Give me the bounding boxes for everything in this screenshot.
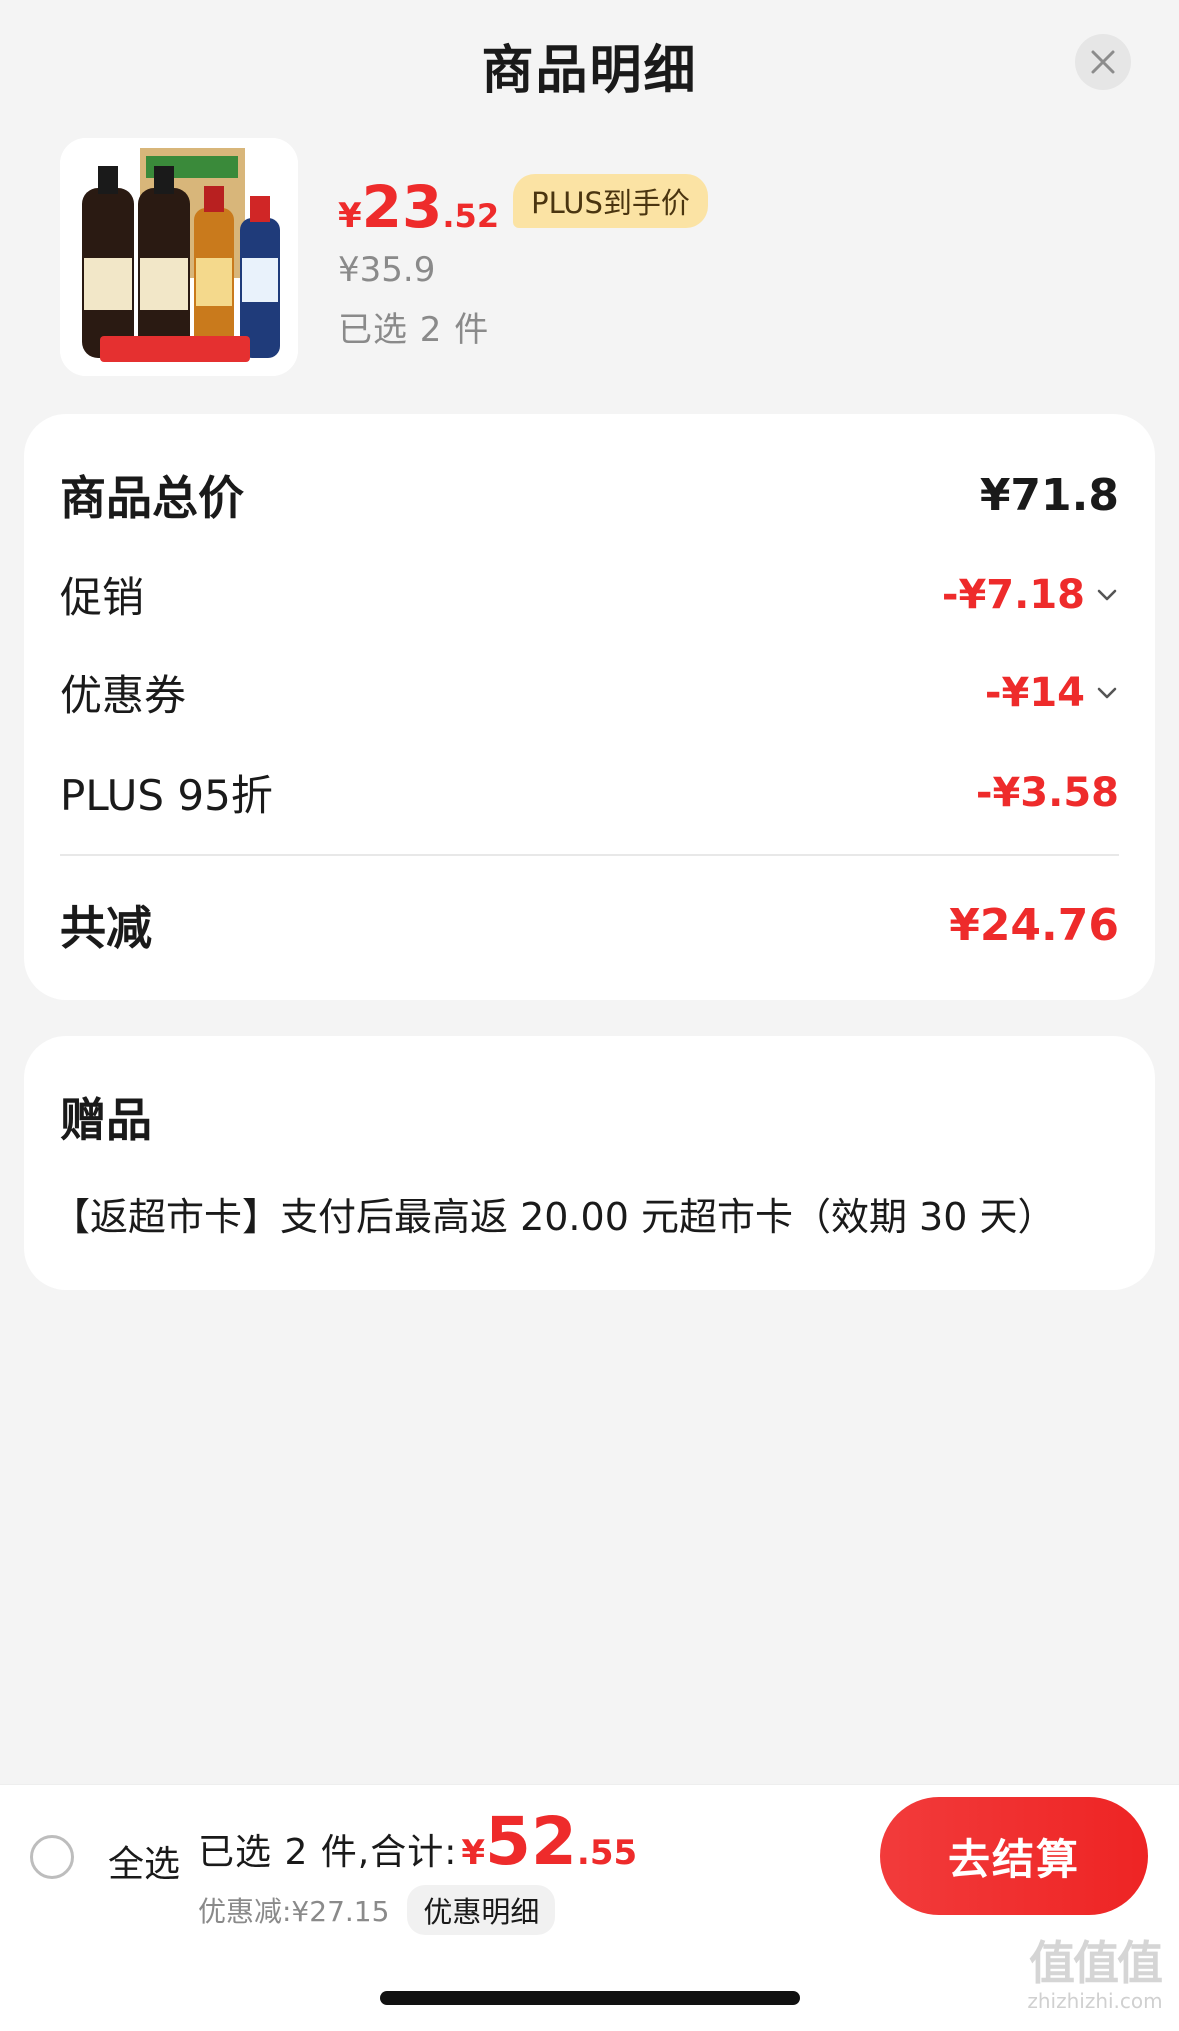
promotion-value: -¥7.18 xyxy=(941,571,1085,618)
select-all-label[interactable]: 全选 xyxy=(108,1835,180,1887)
discount-detail-button[interactable]: 优惠明细 xyxy=(407,1885,556,1935)
total-price-label: 商品总价 xyxy=(60,471,244,525)
total-saving-row: 共减 ¥24.76 xyxy=(60,892,1119,958)
page-title: 商品明细 xyxy=(481,41,698,101)
close-icon[interactable] xyxy=(1090,49,1116,75)
sum-label: 已选 2 件,合计: xyxy=(198,1832,458,1873)
sum-integer: 52 xyxy=(485,1803,577,1880)
product-bundle-illustration xyxy=(60,138,298,376)
watermark-logo: 值值值 xyxy=(1029,1936,1163,1990)
order-sum: 已选 2 件,合计: ¥ 52 .55 xyxy=(198,1809,637,1875)
price-currency: ¥ xyxy=(338,196,362,236)
promotion-label: 促销 xyxy=(60,573,145,622)
coupon-value-group[interactable]: -¥14 xyxy=(985,670,1119,716)
plus-discount-value: -¥3.58 xyxy=(975,769,1119,816)
plus-price: ¥ 23 .52 PLUS到手价 xyxy=(338,173,708,241)
sum-currency: ¥ xyxy=(461,1833,486,1873)
product-summary: ¥ 23 .52 PLUS到手价 ¥35.9 已选 2 件 xyxy=(60,138,1120,378)
coupon-label: 优惠券 xyxy=(60,671,187,720)
sheet-header: 商品明细 xyxy=(0,0,1179,130)
product-image[interactable] xyxy=(60,138,298,376)
original-price: ¥35.9 xyxy=(338,250,436,290)
price-integer: 23 xyxy=(361,173,443,241)
coupon-row[interactable]: 优惠券 -¥14 xyxy=(60,662,1119,723)
plus-price-tag: PLUS到手价 xyxy=(513,174,708,228)
checkout-button[interactable]: 去结算 xyxy=(880,1797,1148,1915)
divider xyxy=(60,854,1119,856)
watermark-url: zhizhizhi.com xyxy=(1027,1988,1163,2013)
selected-count: 已选 2 件 xyxy=(338,310,490,350)
close-button[interactable] xyxy=(1075,34,1131,90)
plus-discount-label: PLUS 95折 xyxy=(60,771,273,820)
price-breakdown-card: 商品总价 ¥71.8 促销 -¥7.18 优惠券 -¥14 PLUS 95折 -… xyxy=(24,414,1155,1000)
gifts-title: 赠品 xyxy=(60,1093,152,1147)
price-decimal: .52 xyxy=(442,197,500,235)
discount-text: 优惠减:¥27.15 xyxy=(198,1895,390,1928)
promotion-value-group[interactable]: -¥7.18 xyxy=(942,572,1119,618)
gifts-card: 赠品 【返超市卡】支付后最高返 20.00 元超市卡（效期 30 天） xyxy=(24,1036,1155,1290)
chevron-down-icon[interactable] xyxy=(1095,583,1119,607)
total-saving-label: 共减 xyxy=(60,901,152,955)
total-price-row: 商品总价 ¥71.8 xyxy=(60,462,1119,528)
coupon-value: -¥14 xyxy=(984,669,1085,716)
total-price-value: ¥71.8 xyxy=(979,469,1119,521)
plus-discount-row: PLUS 95折 -¥3.58 xyxy=(60,762,1119,823)
select-all-radio[interactable] xyxy=(30,1835,74,1879)
total-saving-value: ¥24.76 xyxy=(949,899,1119,951)
watermark: 值值值 zhizhizhi.com xyxy=(1020,1938,1170,2024)
chevron-down-icon[interactable] xyxy=(1095,681,1119,705)
gift-description: 【返超市卡】支付后最高返 20.00 元超市卡（效期 30 天） xyxy=(52,1195,1056,1239)
discount-summary: 优惠减:¥27.15 优惠明细 xyxy=(198,1885,556,1935)
sum-decimal: .55 xyxy=(576,1833,638,1873)
promotion-row[interactable]: 促销 -¥7.18 xyxy=(60,564,1119,625)
home-indicator xyxy=(380,1991,800,2005)
